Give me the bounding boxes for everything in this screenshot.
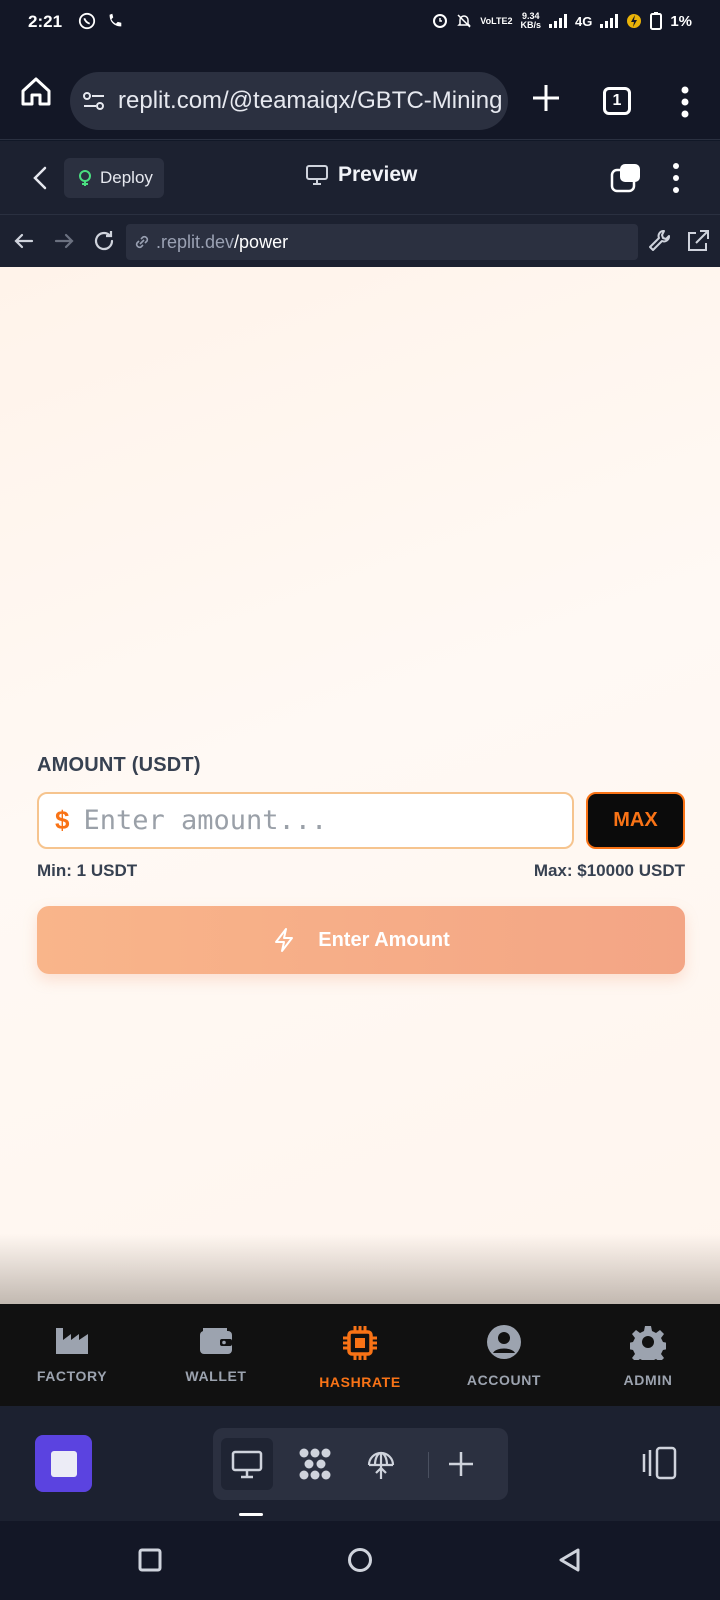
panes-icon[interactable] [610, 163, 642, 193]
lightning-icon [275, 928, 294, 952]
account-icon [487, 1325, 521, 1359]
scroll-shadow [0, 1234, 720, 1304]
nav-wallet[interactable]: WALLET [144, 1304, 288, 1406]
home-nav-icon[interactable] [345, 1545, 375, 1575]
nav-factory-label: FACTORY [36, 1368, 108, 1384]
webview-nav-bar: .replit.dev/power [0, 215, 720, 267]
nav-account-label: ACCOUNT [466, 1372, 542, 1388]
replit-header: Deploy Preview [0, 141, 720, 215]
status-time: 2:21 [28, 12, 63, 31]
deploy-label: Deploy [100, 168, 153, 187]
battery-percent: 1% [670, 12, 692, 30]
tab-switcher-button[interactable]: 1 [603, 87, 631, 115]
max-button[interactable]: MAX [586, 792, 685, 849]
active-tool-indicator [239, 1513, 263, 1516]
wallet-icon [200, 1328, 232, 1354]
url-text: replit.com/@teamaiqx/GBTC-Mining [118, 87, 503, 114]
volte-text: VoLTE2 [480, 15, 513, 26]
webview-path: /power [234, 231, 289, 252]
back-nav-icon[interactable] [555, 1545, 585, 1575]
amount-label: AMOUNT (USDT) [37, 754, 201, 776]
max-limit: Max: $10000 USDT [533, 861, 685, 880]
min-limit: Min: 1 USDT [37, 861, 138, 880]
tool-group [213, 1428, 508, 1500]
battery-icon [650, 12, 663, 30]
factory-icon [56, 1328, 88, 1354]
monitor-icon [306, 165, 328, 185]
preview-tab[interactable]: Preview [306, 163, 417, 187]
nav-account[interactable]: ACCOUNT [432, 1304, 576, 1406]
recents-icon[interactable] [135, 1545, 165, 1575]
mute-bell-icon [457, 14, 472, 28]
add-tool-button[interactable] [435, 1438, 487, 1490]
alarm-icon [433, 14, 448, 28]
power-page: AMOUNT (USDT) $ MAX Min: 1 USDT Max: $10… [0, 267, 720, 1304]
deploy-tool-button[interactable] [355, 1438, 407, 1490]
amount-limits: Min: 1 USDT Max: $10000 USDT [37, 861, 685, 881]
enter-amount-button[interactable]: Enter Amount [37, 906, 685, 974]
enter-amount-label: Enter Amount [318, 928, 450, 951]
deploy-globe-icon [367, 1451, 395, 1479]
replit-more-icon[interactable] [668, 161, 684, 195]
cpu-icon [343, 1326, 377, 1360]
site-settings-icon[interactable] [82, 90, 106, 112]
monitor-icon [231, 1450, 263, 1479]
amount-field[interactable]: $ [37, 792, 574, 849]
call-forward-icon [109, 13, 122, 27]
amount-input[interactable] [83, 805, 524, 836]
stop-button[interactable] [35, 1435, 92, 1492]
webview-back-icon[interactable] [10, 227, 38, 255]
webview-reload-icon[interactable] [90, 227, 118, 255]
preview-tool-button[interactable] [221, 1438, 273, 1490]
network-type: 4G [574, 13, 593, 29]
webview-domain: .replit.dev [156, 231, 235, 252]
nav-admin[interactable]: ADMIN [576, 1304, 720, 1406]
preview-label: Preview [338, 163, 418, 186]
stop-icon [50, 1450, 77, 1477]
android-nav-bar [0, 1521, 720, 1600]
replit-bottom-toolbar [0, 1406, 720, 1521]
agent-tool-button[interactable] [289, 1438, 341, 1490]
nav-admin-label: ADMIN [623, 1372, 673, 1388]
whatsapp-icon [78, 12, 96, 30]
webview-address-bar[interactable]: .replit.dev/power [126, 224, 638, 260]
nav-hashrate[interactable]: HASHRATE [288, 1304, 432, 1406]
browser-menu-icon[interactable] [673, 82, 697, 122]
app-bottom-nav: FACTORY WALLET HASHRATE ACCOUNT ADMIN [0, 1304, 720, 1406]
new-tab-icon[interactable] [528, 80, 564, 116]
layout-toggle-icon[interactable] [640, 1446, 678, 1480]
agent-icon [299, 1448, 331, 1480]
nav-hashrate-label: HASHRATE [319, 1374, 401, 1390]
open-external-icon[interactable] [684, 227, 712, 255]
nav-factory[interactable]: FACTORY [0, 1304, 144, 1406]
wrench-icon[interactable] [646, 227, 674, 255]
link-icon [135, 235, 149, 249]
deploy-button[interactable]: Deploy [64, 158, 164, 198]
signal-icon-2 [600, 14, 619, 28]
charging-icon [627, 14, 642, 28]
home-icon[interactable] [18, 74, 54, 110]
back-chevron-icon[interactable] [28, 163, 54, 193]
net-speed: 9.34 KB/s [520, 11, 541, 30]
url-bar[interactable]: replit.com/@teamaiqx/GBTC-Mining [70, 72, 508, 130]
browser-toolbar: replit.com/@teamaiqx/GBTC-Mining 1 [0, 46, 720, 140]
signal-icon [548, 14, 567, 28]
gear-icon [630, 1326, 666, 1360]
nav-wallet-label: WALLET [185, 1368, 247, 1384]
plus-icon [449, 1452, 473, 1476]
webview-forward-icon[interactable] [50, 227, 78, 255]
status-bar: 2:21 VoLTE2 9.34 KB/s 4G 1% [0, 0, 720, 46]
tool-divider [428, 1452, 429, 1478]
currency-symbol: $ [55, 805, 70, 835]
deploy-icon [79, 170, 91, 186]
